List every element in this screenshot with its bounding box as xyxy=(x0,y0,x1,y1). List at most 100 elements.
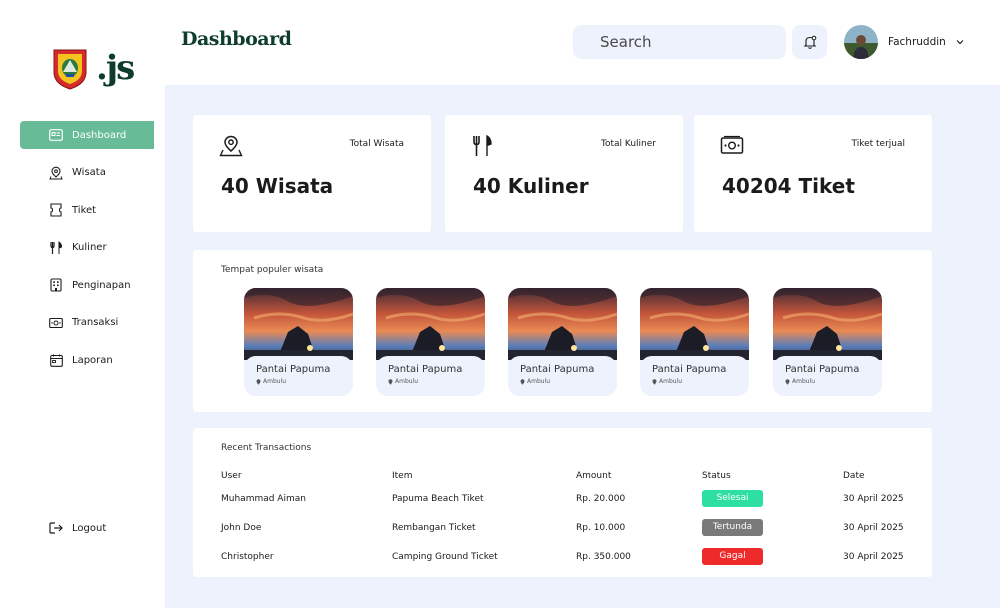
status-badge: Tertunda xyxy=(702,519,763,536)
place-name: Pantai Papuma xyxy=(652,364,727,375)
place-card[interactable]: Pantai Papuma Ambulu xyxy=(773,288,882,396)
place-info: Pantai Papuma Ambulu xyxy=(508,356,617,396)
place-info: Pantai Papuma Ambulu xyxy=(773,356,882,396)
dashboard-icon xyxy=(49,128,63,142)
sidebar-nav: Dashboard Wisata Tiket Kuliner Penginapa… xyxy=(20,121,154,384)
item-cell: Papuma Beach Tiket xyxy=(392,493,484,504)
table-row[interactable]: Muhammad Aiman Papuma Beach Tiket Rp. 20.0… xyxy=(221,484,923,513)
item-cell: Rembangan Ticket xyxy=(392,522,476,533)
fork-knife-icon xyxy=(49,240,63,255)
table-row[interactable]: Christopher Camping Ground Ticket Rp. 350.… xyxy=(221,542,923,571)
page-title: Dashboard xyxy=(181,28,292,50)
money-icon xyxy=(49,316,63,330)
sidebar-item-penginapan[interactable]: Penginapan xyxy=(20,271,154,299)
sidebar-item-label: Wisata xyxy=(72,167,106,179)
sidebar-item-dashboard[interactable]: Dashboard xyxy=(20,121,154,149)
search-input[interactable]: Search xyxy=(573,25,786,59)
place-info: Pantai Papuma Ambulu xyxy=(244,356,353,396)
map-pin-icon xyxy=(49,166,63,180)
sidebar-item-tiket[interactable]: Tiket xyxy=(20,196,154,224)
fork-knife-icon xyxy=(473,135,492,156)
chevron-down-icon xyxy=(956,39,964,45)
place-location: Ambulu xyxy=(256,378,286,385)
item-cell: Camping Ground Ticket xyxy=(392,551,498,562)
place-location: Ambulu xyxy=(785,378,815,385)
stat-label: Tiket terjual xyxy=(851,139,905,149)
place-location-text: Ambulu xyxy=(395,378,419,385)
popular-places-card: Tempat populer wisata Pantai Papuma Ambul… xyxy=(193,250,932,412)
user-cell: Muhammad Aiman xyxy=(221,493,306,504)
place-card[interactable]: Pantai Papuma Ambulu xyxy=(508,288,617,396)
sidebar-item-wisata[interactable]: Wisata xyxy=(20,159,154,187)
date-cell: 30 April 2025 xyxy=(843,551,904,562)
search-placeholder: Search xyxy=(600,33,652,51)
stat-value: 40 Wisata xyxy=(221,174,334,198)
section-title: Tempat populer wisata xyxy=(221,265,324,275)
logout-button[interactable]: Logout xyxy=(20,514,106,542)
sidebar-item-label: Tiket xyxy=(72,204,97,216)
user-cell: Christopher xyxy=(221,551,274,562)
column-header: Date xyxy=(843,471,865,481)
transactions-table: User Item Amount Status Date Muhammad Ai… xyxy=(221,468,923,571)
status-badge: Gagal xyxy=(702,548,763,565)
place-location-text: Ambulu xyxy=(527,378,551,385)
ticket-icon xyxy=(49,203,63,217)
table-row[interactable]: John Doe Rembangan Ticket Rp. 10.000 Tertun… xyxy=(221,513,923,542)
date-cell: 30 April 2025 xyxy=(843,493,904,504)
place-info: Pantai Papuma Ambulu xyxy=(376,356,485,396)
status-badge: Selesai xyxy=(702,490,763,507)
logo: .js xyxy=(52,46,135,90)
status-cell: Gagal xyxy=(702,542,843,571)
amount-cell: Rp. 350.000 xyxy=(576,551,631,562)
building-icon xyxy=(49,278,63,292)
location-pin-icon xyxy=(388,378,393,385)
place-location: Ambulu xyxy=(520,378,550,385)
place-location-text: Ambulu xyxy=(792,378,816,385)
sidebar-item-kuliner[interactable]: Kuliner xyxy=(20,234,154,262)
place-name: Pantai Papuma xyxy=(520,364,595,375)
avatar xyxy=(844,25,878,59)
sidebar-item-label: Penginapan xyxy=(72,279,131,291)
stat-label: Total Kuliner xyxy=(601,139,656,149)
location-pin-icon xyxy=(785,378,790,385)
place-card[interactable]: Pantai Papuma Ambulu xyxy=(640,288,749,396)
status-cell: Selesai xyxy=(702,484,843,513)
location-pin-icon xyxy=(520,378,525,385)
place-photo xyxy=(773,288,882,360)
column-header: Status xyxy=(702,471,731,481)
sidebar-item-laporan[interactable]: Laporan xyxy=(20,347,154,375)
user-menu[interactable]: Fachruddin xyxy=(844,25,964,59)
sidebar-item-transaksi[interactable]: Transaksi xyxy=(20,309,154,337)
column-header: Amount xyxy=(576,471,612,481)
date-cell: 30 April 2025 xyxy=(843,522,904,533)
place-photo xyxy=(376,288,485,360)
logout-label: Logout xyxy=(72,522,107,534)
user-name: Fachruddin xyxy=(888,36,946,48)
place-card[interactable]: Pantai Papuma Ambulu xyxy=(376,288,485,396)
stat-card-wisata: Total Wisata 40 Wisata xyxy=(193,115,431,232)
place-location-text: Ambulu xyxy=(659,378,683,385)
recent-transactions-card: Recent Transactions User Item Amount Sta… xyxy=(193,428,932,577)
place-name: Pantai Papuma xyxy=(388,364,463,375)
place-card[interactable]: Pantai Papuma Ambulu xyxy=(244,288,353,396)
sidebar-item-label: Dashboard xyxy=(72,129,127,141)
column-header: User xyxy=(221,471,242,481)
logout-icon xyxy=(49,521,63,535)
brand-mark: .js xyxy=(96,48,135,88)
calendar-report-icon xyxy=(49,354,63,368)
map-pin-icon xyxy=(219,135,243,157)
column-header: Item xyxy=(392,471,413,481)
location-pin-icon xyxy=(652,378,657,385)
sidebar: .js Dashboard Wisata Tiket Kuliner Pengi… xyxy=(0,0,165,608)
status-cell: Tertunda xyxy=(702,513,843,542)
sidebar-item-label: Transaksi xyxy=(72,317,119,329)
amount-cell: Rp. 10.000 xyxy=(576,522,626,533)
stat-value: 40 Kuliner xyxy=(473,174,589,198)
stat-card-kuliner: Total Kuliner 40 Kuliner xyxy=(445,115,683,232)
place-name: Pantai Papuma xyxy=(785,364,860,375)
place-photo xyxy=(244,288,353,360)
location-pin-icon xyxy=(256,378,261,385)
notification-button[interactable] xyxy=(792,25,827,59)
user-cell: John Doe xyxy=(221,522,262,533)
place-name: Pantai Papuma xyxy=(256,364,331,375)
